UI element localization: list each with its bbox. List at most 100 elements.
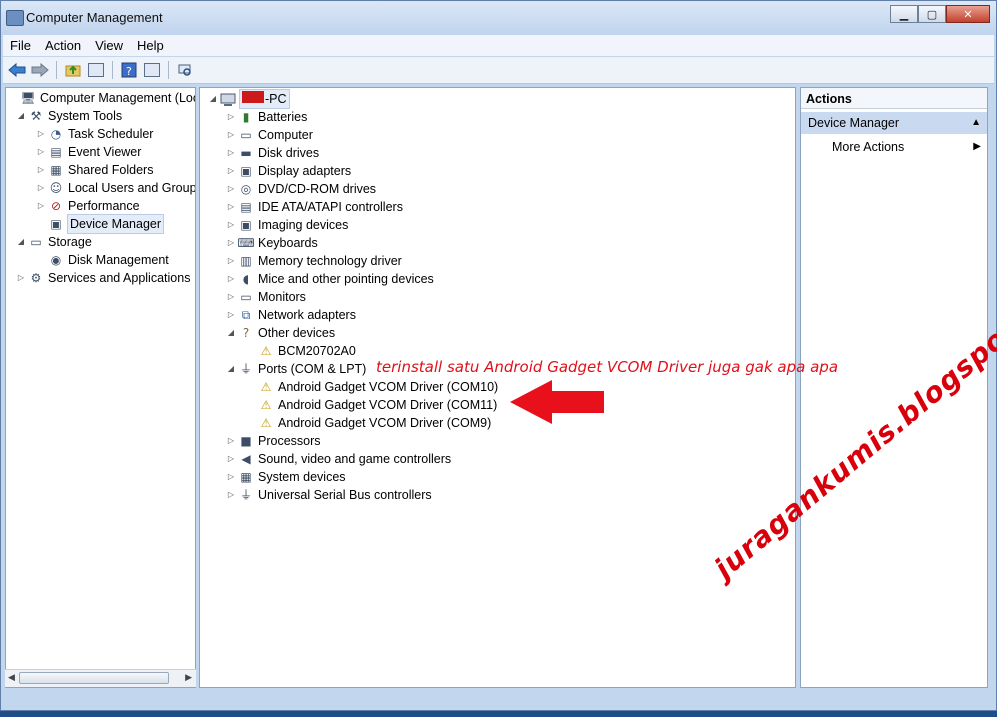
console-tree-item[interactable]: ▷ ▤ Event Viewer bbox=[36, 143, 142, 161]
console-tree-item[interactable]: ◢ ⚒ System Tools bbox=[16, 107, 122, 125]
scroll-right-icon[interactable]: ▶ bbox=[185, 673, 192, 683]
processor-icon: ■ bbox=[240, 434, 252, 448]
device-tree-item[interactable]: ▷ ■ Processors bbox=[226, 432, 321, 450]
console-tree-label: Local Users and Groups bbox=[68, 181, 196, 195]
device-tree-item[interactable]: ▷ ⧉ Network adapters bbox=[226, 306, 356, 324]
expand-icon[interactable]: ▷ bbox=[226, 144, 236, 162]
close-button[interactable]: ✕ bbox=[946, 5, 990, 23]
device-tree-item[interactable]: ▷ ▣ Display adapters bbox=[226, 162, 351, 180]
title-bar[interactable]: Computer Management ▁ ▢ ✕ bbox=[1, 1, 996, 35]
expand-icon[interactable]: ▷ bbox=[226, 450, 236, 468]
device-tree-label: Keyboards bbox=[258, 236, 318, 250]
console-tree-item[interactable]: ◢ ▭ Storage bbox=[16, 233, 92, 251]
expand-icon[interactable]: ▷ bbox=[226, 180, 236, 198]
speaker-icon: ◀ bbox=[241, 452, 251, 466]
expand-icon[interactable]: ▷ bbox=[226, 126, 236, 144]
device-tree-item[interactable]: ◢ ⏚ Ports (COM & LPT) bbox=[226, 360, 366, 378]
battery-icon: ▮ bbox=[242, 110, 250, 124]
scan-hardware-button[interactable] bbox=[175, 60, 195, 80]
device-tree-item[interactable]: ▷ ⌨ Keyboards bbox=[226, 234, 318, 252]
folder-up-icon bbox=[65, 65, 81, 77]
device-tree-item[interactable]: ◢? Other devices bbox=[226, 324, 335, 342]
device-tree-item[interactable]: ⚠ Android Gadget VCOM Driver (COM10) bbox=[246, 378, 499, 396]
device-tree-item[interactable]: ⚠ Android Gadget VCOM Driver (COM9) bbox=[246, 414, 492, 432]
expand-icon[interactable]: ▷ bbox=[226, 270, 236, 288]
device-tree-item[interactable]: ⚠ BCM20702A0 bbox=[246, 342, 356, 360]
console-tree-item[interactable]: ▷ ☺ Local Users and Groups bbox=[36, 179, 196, 197]
back-button[interactable] bbox=[7, 60, 27, 80]
device-tree-item[interactable]: ▷ ◖ Mice and other pointing devices bbox=[226, 270, 434, 288]
device-tree-item[interactable]: ▷ ▬ Disk drives bbox=[226, 144, 319, 162]
menu-view[interactable]: View bbox=[88, 38, 130, 53]
console-tree-label: Services and Applications bbox=[48, 271, 191, 285]
console-tree-hscrollbar[interactable]: ◀ ▶ bbox=[5, 669, 196, 687]
menu-action[interactable]: Action bbox=[38, 38, 88, 53]
device-tree-item[interactable]: ▷ ▤ IDE ATA/ATAPI controllers bbox=[226, 198, 403, 216]
collapse-up-icon[interactable]: ▲ bbox=[971, 112, 981, 134]
expand-icon[interactable]: ▷ bbox=[36, 125, 46, 143]
collapse-icon[interactable]: ◢ bbox=[16, 233, 26, 251]
help-button[interactable]: ? bbox=[119, 60, 139, 80]
computer-management-icon: 🖥 bbox=[20, 91, 36, 105]
console-tree-item[interactable]: ▷ ⚙ Services and Applications bbox=[16, 269, 191, 287]
scroll-left-icon[interactable]: ◀ bbox=[8, 673, 15, 683]
collapse-icon[interactable]: ◢ bbox=[208, 90, 218, 108]
expand-icon[interactable]: ▷ bbox=[226, 468, 236, 486]
console-tree-pane[interactable]: 🖥 Computer Management (Local ◢ ⚒ System Tool… bbox=[5, 87, 196, 688]
expand-icon[interactable]: ▷ bbox=[36, 197, 46, 215]
device-tree-item[interactable]: ▷ ▭ Computer bbox=[226, 126, 313, 144]
menu-file[interactable]: File bbox=[3, 38, 38, 53]
expand-icon[interactable]: ▷ bbox=[36, 179, 46, 197]
expand-icon[interactable]: ▷ bbox=[226, 234, 236, 252]
device-tree-root[interactable]: ◢ -PC bbox=[208, 89, 290, 109]
device-tree-item[interactable]: ▷ ◀ Sound, video and game controllers bbox=[226, 450, 451, 468]
more-actions-item[interactable]: More Actions ▶ bbox=[832, 138, 981, 156]
console-tree-item[interactable]: ◉ Disk Management bbox=[36, 251, 169, 269]
device-tree-item[interactable]: ▷ ▦ System devices bbox=[226, 468, 346, 486]
expand-icon[interactable]: ▷ bbox=[226, 216, 236, 234]
console-tree-label: System Tools bbox=[48, 109, 123, 123]
actions-device-manager-section[interactable]: Device Manager ▲ bbox=[801, 112, 987, 134]
expand-icon[interactable]: ▷ bbox=[226, 432, 236, 450]
device-tree-item[interactable]: ▷ ▥ Memory technology driver bbox=[226, 252, 402, 270]
device-tree-item[interactable]: ▷ ◎ DVD/CD-ROM drives bbox=[226, 180, 376, 198]
collapse-icon[interactable]: ◢ bbox=[16, 107, 26, 125]
expand-icon[interactable]: ▷ bbox=[16, 269, 26, 287]
device-tree-item[interactable]: ▷ ▮ Batteries bbox=[226, 108, 307, 126]
expand-icon[interactable]: ▷ bbox=[36, 143, 46, 161]
up-one-level-button[interactable] bbox=[63, 60, 83, 80]
expand-icon[interactable]: ▷ bbox=[226, 162, 236, 180]
device-tree-item[interactable]: ▷ ⏚ Universal Serial Bus controllers bbox=[226, 486, 432, 504]
computer-icon bbox=[220, 92, 236, 107]
show-hide-console-tree-button[interactable] bbox=[86, 60, 106, 80]
console-tree-item[interactable]: ▷ ▦ Shared Folders bbox=[36, 161, 154, 179]
maximize-button[interactable]: ▢ bbox=[918, 5, 946, 23]
show-hide-action-pane-button[interactable] bbox=[142, 60, 162, 80]
mouse-icon: ◖ bbox=[242, 272, 250, 286]
expand-icon[interactable]: ▷ bbox=[226, 198, 236, 216]
console-tree-item[interactable]: ▷ ◔ Task Scheduler bbox=[36, 125, 154, 143]
clock-icon: ◔ bbox=[50, 127, 62, 141]
minimize-button[interactable]: ▁ bbox=[890, 5, 918, 23]
expand-icon[interactable]: ▷ bbox=[226, 306, 236, 324]
device-tree-item[interactable]: ▷ ▭ Monitors bbox=[226, 288, 306, 306]
device-tree-item[interactable]: ⚠ Android Gadget VCOM Driver (COM11) bbox=[246, 396, 498, 414]
device-tree-pane[interactable]: ◢ -PC ▷ ▮ Batteries ▷ ▭ Computer ▷ ▬ Disk drives… bbox=[199, 87, 796, 688]
forward-button[interactable] bbox=[30, 60, 50, 80]
actions-header: Actions bbox=[801, 88, 987, 109]
collapse-icon[interactable]: ◢ bbox=[226, 360, 236, 378]
device-tree-item[interactable]: ▷ ▣ Imaging devices bbox=[226, 216, 348, 234]
expand-icon[interactable]: ▷ bbox=[36, 161, 46, 179]
expand-icon[interactable]: ▷ bbox=[226, 486, 236, 504]
console-tree-item[interactable]: 🖥 Computer Management (Local bbox=[8, 89, 196, 107]
scroll-thumb[interactable] bbox=[19, 672, 169, 684]
expand-icon[interactable]: ▷ bbox=[226, 108, 236, 126]
expand-icon[interactable]: ▷ bbox=[226, 252, 236, 270]
console-tree-item[interactable]: ▷ ⊘ Performance bbox=[36, 197, 140, 215]
menu-help[interactable]: Help bbox=[130, 38, 171, 53]
console-tree-label: Computer Management (Local bbox=[40, 91, 196, 105]
collapse-icon[interactable]: ◢ bbox=[226, 324, 236, 342]
console-tree-item[interactable]: ▣ Device Manager bbox=[36, 214, 165, 234]
expand-icon[interactable]: ▷ bbox=[226, 288, 236, 306]
warning-device-icon: ⚠ bbox=[260, 398, 272, 412]
